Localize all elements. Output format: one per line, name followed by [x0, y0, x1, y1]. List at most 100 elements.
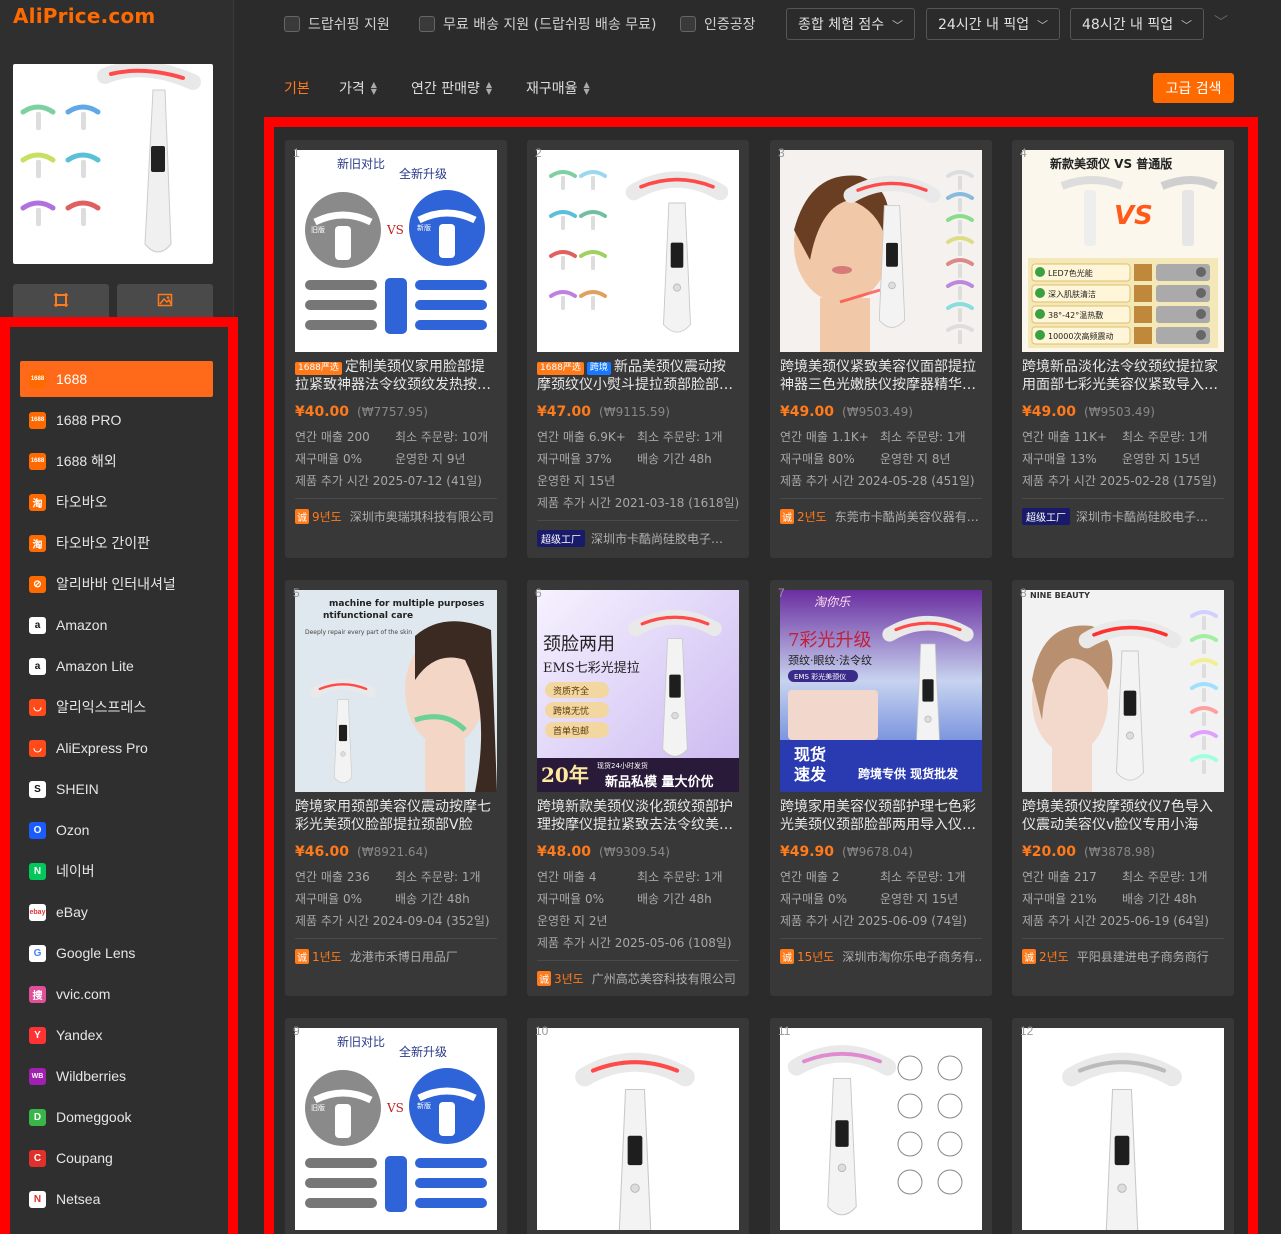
product-title[interactable]: 1688严选 定制美颈仪家用脸部提拉紧致神器法令纹颈纹发热按… — [295, 358, 497, 394]
product-card[interactable]: 12 — [1012, 1018, 1234, 1234]
platform-item-1688-해외[interactable]: 1688 1688 해외 — [20, 443, 213, 479]
dropdown-label: 48시간 내 픽업 — [1082, 17, 1174, 33]
product-card[interactable]: 2 1688严选 跨境 新品美颈仪震动按摩颈纹仪小熨斗提拉颈部脸部… ¥47.00 (₩9… — [527, 140, 749, 558]
product-card[interactable]: 颈脸两用 EMS七彩光提拉 资质齐全 跨境无忧 首单包邮 20年 现货24小时发… — [527, 580, 749, 996]
supplier-name: 平阳县建进电子商务商行 — [1076, 949, 1209, 964]
product-tag: 跨境 — [586, 362, 611, 375]
platform-item-google-lens[interactable]: G Google Lens — [20, 935, 213, 971]
product-card[interactable]: NINE BEAUTY 8 跨境美颈仪按摩颈纹仪7色导入仪震动美容仪v脸仪专用小海… — [1012, 580, 1234, 996]
platform-item-네이버[interactable]: N 네이버 — [20, 853, 213, 889]
svg-text:旧版: 旧版 — [311, 225, 325, 234]
platform-item-coupang[interactable]: C Coupang — [20, 1140, 213, 1176]
svg-text:旧版: 旧版 — [311, 1103, 325, 1112]
search-image-thumbnail[interactable] — [13, 64, 213, 264]
product-card[interactable]: 11 — [770, 1018, 992, 1234]
product-index: 6 — [535, 586, 542, 600]
certified-factory-checkbox[interactable]: 인증공장 — [680, 14, 756, 34]
product-image[interactable]: NINE BEAUTY — [1022, 590, 1224, 792]
supplier-years: 15년도 — [797, 949, 835, 964]
platform-item-1688-pro[interactable]: 1688 1688 PRO — [20, 402, 213, 438]
aliprice-logo[interactable]: AliPrice.com — [13, 4, 155, 28]
platform-item-ozon[interactable]: O Ozon — [20, 812, 213, 848]
dropshipping-checkbox[interactable]: 드랍쉬핑 지원 — [284, 14, 390, 34]
pickup-48h-dropdown[interactable]: 48시간 내 픽업 ﹀ — [1070, 8, 1204, 40]
supplier-line[interactable]: 诚 1년도 龙港市禾博日用品厂 — [295, 945, 497, 967]
product-card[interactable]: 10 — [527, 1018, 749, 1234]
svg-text:现货: 现货 — [794, 745, 826, 764]
supplier-line[interactable]: 诚 3년도 广州高芯美容科技有限公司 — [537, 967, 739, 989]
price-cny: ¥48.00 — [537, 844, 592, 860]
free-shipping-checkbox[interactable]: 무료 배송 지원 (드랍쉬핑 배송 무료) — [419, 14, 657, 34]
platform-item-amazon[interactable]: a Amazon — [20, 607, 213, 643]
experience-score-dropdown[interactable]: 종합 체험 점수 ﹀ — [786, 8, 915, 40]
supplier-name: 深圳市卡酷尚硅胶电子… — [591, 531, 724, 546]
pickup-24h-dropdown[interactable]: 24시간 내 픽업 ﹀ — [926, 8, 1060, 40]
advanced-search-button[interactable]: 고급 검색 — [1153, 73, 1234, 103]
product-image[interactable]: 新旧对比 全新升级 VS 旧版 新版 — [295, 1028, 497, 1230]
supplier-name: 广州高芯美容科技有限公司 — [591, 971, 736, 986]
platform-item-타오바오[interactable]: 淘 타오바오 — [20, 484, 213, 520]
supplier-line[interactable]: 超级工厂 深圳市卡酷尚硅胶电子… — [537, 527, 739, 549]
supplier-name: 深圳市卡酷尚硅胶电子… — [1076, 509, 1209, 524]
more-filters-chevron-icon[interactable]: ﹀ — [1214, 12, 1228, 32]
product-title[interactable]: 跨境家用颈部美容仪震动按摩七彩光美颈仪脸部提拉颈部V脸导… — [295, 798, 497, 834]
product-card[interactable]: 新旧对比 全新升级 VS 旧版 新版 9 — [285, 1018, 507, 1234]
supplier-line[interactable]: 诚 2년도 东莞市卡酷尚美容仪器有… — [780, 505, 982, 527]
product-card[interactable]: 3 跨境美颈仪紧致美容仪面部提拉神器三色光嫩肤仪按摩器精华… ¥49.00 (₩950… — [770, 140, 992, 558]
product-image[interactable]: machine for multiple purposes ntifunctio… — [295, 590, 497, 792]
checkbox-box[interactable] — [419, 16, 435, 32]
crop-button[interactable] — [13, 284, 109, 320]
product-card[interactable]: 新款美颈仪 VS 普通版 VS LED7色光能 深入肌肤清洁 38°-42°温热… — [1012, 140, 1234, 558]
product-title[interactable]: 1688严选 跨境 新品美颈仪震动按摩颈纹仪小熨斗提拉颈部脸部… — [537, 358, 739, 394]
product-card[interactable]: machine for multiple purposes ntifunctio… — [285, 580, 507, 996]
platform-item-알리바바-인터내셔널[interactable]: ⊘ 알리바바 인터내셔널 — [20, 566, 213, 602]
image-upload-button[interactable] — [117, 284, 213, 320]
platform-item-aliexpress-pro[interactable]: ◡ AliExpress Pro — [20, 730, 213, 766]
checkbox-box[interactable] — [284, 16, 300, 32]
sort-repurchase-rate[interactable]: 재구매율 ▲ ▼ — [526, 78, 590, 98]
platform-item-ebay[interactable]: ebay eBay — [20, 894, 213, 930]
product-image[interactable] — [780, 150, 982, 352]
added-date: 제품 추가 시간 2025-07-12 (41일) — [295, 474, 482, 488]
platform-item-알리익스프레스[interactable]: ◡ 알리익스프레스 — [20, 689, 213, 725]
product-image[interactable]: 颈脸两用 EMS七彩光提拉 资质齐全 跨境无忧 首单包邮 20年 现货24小时发… — [537, 590, 739, 792]
platform-label: 1688 — [56, 371, 88, 387]
platform-label: 1688 해외 — [56, 453, 117, 469]
product-image[interactable] — [780, 1028, 982, 1230]
product-image[interactable]: 新旧对比 全新升级 VS 旧版 新版 — [295, 150, 497, 352]
product-image[interactable] — [1022, 1028, 1224, 1230]
supplier-line[interactable]: 诚 15년도 深圳市淘你乐电子商务有… — [780, 945, 982, 967]
product-title[interactable]: 跨境新款美颈仪淡化颈纹颈部护理按摩仪提拉紧致去法令纹美… — [537, 798, 739, 834]
product-title[interactable]: 跨境美颈仪按摩颈纹仪7色导入仪震动美容仪v脸仪专用小海豚… — [1022, 798, 1224, 834]
supplier-line[interactable]: 诚 9년도 深圳市奥瑞琪科技有限公司 — [295, 505, 497, 527]
sort-price[interactable]: 가격 ▲ ▼ — [339, 78, 377, 98]
platform-item-wildberries[interactable]: WB Wildberries — [20, 1058, 213, 1094]
product-title[interactable]: 跨境家用美容仪颈部护理七色彩光美颈仪颈部脸部两用导入仪… — [780, 798, 982, 834]
product-card[interactable]: 新旧对比 全新升级 VS 旧版 新版 1 1688严选 定制美颈仪家用脸部提拉紧致神… — [285, 140, 507, 558]
platform-item-domeggook[interactable]: D Domeggook — [20, 1099, 213, 1135]
product-image[interactable] — [537, 1028, 739, 1230]
platform-item-yandex[interactable]: Y Yandex — [20, 1017, 213, 1053]
supplier-line[interactable]: 超级工厂 深圳市卡酷尚硅胶电子… — [1022, 505, 1224, 527]
platform-item-vvic-com[interactable]: 搜 vvic.com — [20, 976, 213, 1012]
platform-item-amazon-lite[interactable]: a Amazon Lite — [20, 648, 213, 684]
platform-item-netsea[interactable]: N Netsea — [20, 1181, 213, 1217]
added-date: 제품 추가 시간 2025-02-28 (175일) — [1022, 474, 1217, 488]
product-title[interactable]: 跨境新品淡化法令纹颈纹提拉家用面部七彩光美容仪紧致导入… — [1022, 358, 1224, 394]
sort-annual-sales[interactable]: 연간 판매량 ▲ ▼ — [411, 78, 492, 98]
product-image[interactable]: 新款美颈仪 VS 普通版 VS LED7色光能 深入肌肤清洁 38°-42°温热… — [1022, 150, 1224, 352]
supplier-years: 2년도 — [1039, 949, 1069, 964]
supplier-line[interactable]: 诚 2년도 平阳县建进电子商务商行 — [1022, 945, 1224, 967]
platform-item-shein[interactable]: S SHEIN — [20, 771, 213, 807]
checkbox-box[interactable] — [680, 16, 696, 32]
platform-item-타오바오-간이판[interactable]: 淘 타오바오 간이판 — [20, 525, 213, 561]
product-image[interactable]: 淘你乐 7彩光升级 颈纹·眼纹·法令纹 EMS 彩光美颈仪 现货 速发 跨境专供… — [780, 590, 982, 792]
product-title[interactable]: 跨境美颈仪紧致美容仪面部提拉神器三色光嫩肤仪按摩器精华… — [780, 358, 982, 394]
sort-default[interactable]: 기본 — [284, 78, 310, 98]
price-cny: ¥49.00 — [780, 404, 835, 420]
dropdown-label: 종합 체험 점수 — [798, 17, 885, 33]
product-card[interactable]: 淘你乐 7彩光升级 颈纹·眼纹·法令纹 EMS 彩光美颈仪 现货 速发 跨境专供… — [770, 580, 992, 996]
platform-item-1688[interactable]: 1688 1688 — [20, 361, 213, 397]
svg-text:VS: VS — [386, 1101, 404, 1115]
product-image[interactable] — [537, 150, 739, 352]
